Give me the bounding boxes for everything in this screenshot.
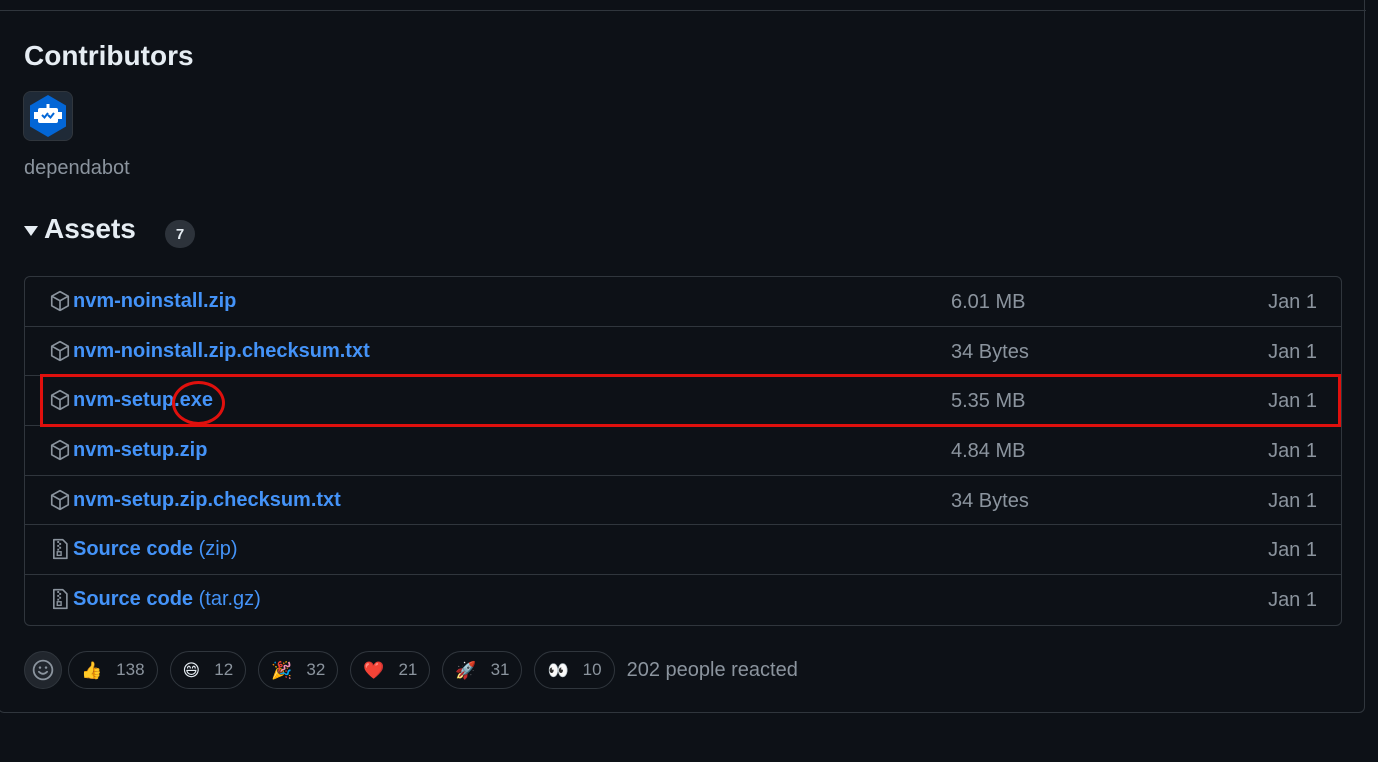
asset-name: Source code — [73, 538, 194, 561]
asset-size: 34 Bytes — [951, 340, 1029, 363]
asset-row: Source code (zip) Jan 1 — [25, 525, 1341, 576]
asset-format-suffix: (zip) — [193, 538, 238, 561]
asset-size: 34 Bytes — [951, 489, 1029, 512]
package-icon — [49, 488, 71, 512]
asset-size: 6.01 MB — [951, 291, 1026, 313]
file-zip-icon — [49, 587, 71, 611]
asset-row: nvm-noinstall.zip.checksum.txt 34 Bytes Ja… — [25, 327, 1341, 377]
asset-download-link[interactable]: nvm-noinstall.zip.checksum.txt — [73, 340, 370, 363]
asset-row: nvm-noinstall.zip 6.01 MB Jan 1 — [25, 277, 1341, 327]
eyes-icon: 👀 — [547, 660, 569, 680]
rocket-icon: 🚀 — [455, 660, 477, 680]
reaction-button[interactable]: 👀 10 — [534, 651, 615, 689]
asset-name: nvm-setup.exe — [73, 389, 214, 412]
asset-date: Jan 1 — [1268, 340, 1317, 363]
asset-name: nvm-noinstall.zip.checksum.txt — [73, 339, 370, 362]
reaction-count: 10 — [582, 660, 602, 679]
contributor-name[interactable]: dependabot — [24, 157, 130, 180]
asset-date: Jan 1 — [1268, 440, 1317, 463]
reaction-button[interactable]: 🚀 31 — [442, 651, 523, 689]
tada-icon: 🎉 — [271, 660, 293, 680]
asset-row: nvm-setup.zip.checksum.txt 34 Bytes Jan 1 — [25, 476, 1341, 526]
thumbs-up-icon: 👍 — [81, 660, 103, 680]
asset-row: nvm-setup.zip 4.84 MB Jan 1 — [25, 426, 1341, 476]
contributors-heading: Contributors — [24, 40, 194, 71]
asset-date: Jan 1 — [1268, 589, 1317, 612]
asset-size: 4.84 MB — [951, 440, 1026, 463]
divider — [0, 10, 1366, 11]
reaction-count: 12 — [214, 660, 234, 679]
add-reaction-button[interactable] — [24, 651, 62, 689]
asset-download-link[interactable]: Source code (zip) — [73, 538, 238, 561]
asset-name: Source code — [73, 588, 194, 611]
package-icon — [49, 289, 71, 313]
asset-download-link[interactable]: Source code (tar.gz) — [73, 588, 261, 611]
assets-heading: Assets — [44, 213, 136, 244]
heart-icon: ❤️ — [363, 660, 385, 680]
asset-download-link[interactable]: nvm-setup.exe — [73, 389, 213, 412]
asset-name: nvm-setup.zip — [73, 439, 208, 462]
asset-size: 5.35 MB — [951, 390, 1026, 413]
asset-download-link[interactable]: nvm-setup.zip — [73, 439, 207, 462]
file-zip-icon — [49, 537, 71, 561]
reaction-count: 31 — [490, 660, 510, 679]
asset-format-suffix: (tar.gz) — [193, 588, 261, 611]
asset-row: nvm-setup.exe 5.35 MB Jan 1 — [25, 376, 1341, 427]
asset-date: Jan 1 — [1268, 390, 1317, 413]
asset-date: Jan 1 — [1268, 291, 1317, 313]
reaction-button[interactable]: 👍 138 — [68, 651, 158, 689]
dependabot-logo-icon — [24, 92, 72, 140]
asset-download-link[interactable]: nvm-setup.zip.checksum.txt — [73, 489, 341, 512]
reaction-button[interactable]: ❤️ 21 — [350, 651, 431, 689]
dependabot-avatar[interactable] — [23, 91, 73, 141]
reaction-summary: 202 people reacted — [626, 658, 798, 681]
asset-download-link[interactable]: nvm-noinstall.zip — [73, 290, 236, 313]
package-icon — [49, 388, 71, 412]
reaction-count: 32 — [306, 660, 326, 679]
asset-date: Jan 1 — [1268, 539, 1317, 562]
asset-name: nvm-noinstall.zip — [73, 290, 237, 312]
assets-count-badge: 7 — [165, 220, 195, 248]
package-icon — [49, 339, 71, 363]
asset-name: nvm-setup.zip.checksum.txt — [73, 488, 341, 511]
asset-row: Source code (tar.gz) Jan 1 — [25, 575, 1341, 625]
reaction-button[interactable]: 🎉 32 — [258, 651, 339, 689]
package-icon — [49, 438, 71, 462]
reaction-count: 138 — [116, 660, 145, 679]
reaction-button[interactable]: 😄 12 — [169, 651, 247, 689]
assets-toggle[interactable]: Assets — [24, 213, 136, 245]
smile-icon: 😄 — [182, 660, 201, 680]
asset-date: Jan 1 — [1268, 489, 1317, 512]
reactions-bar: 👍 138 😄 12 🎉 32 ❤️ 21 🚀 31 👀 10 202 people reacted — [24, 650, 798, 690]
smiley-icon — [32, 659, 54, 681]
assets-list: nvm-noinstall.zip 6.01 MB Jan 1 nvm-noinsta… — [24, 276, 1342, 626]
reaction-count: 21 — [398, 660, 418, 679]
triangle-down-icon — [24, 226, 38, 236]
